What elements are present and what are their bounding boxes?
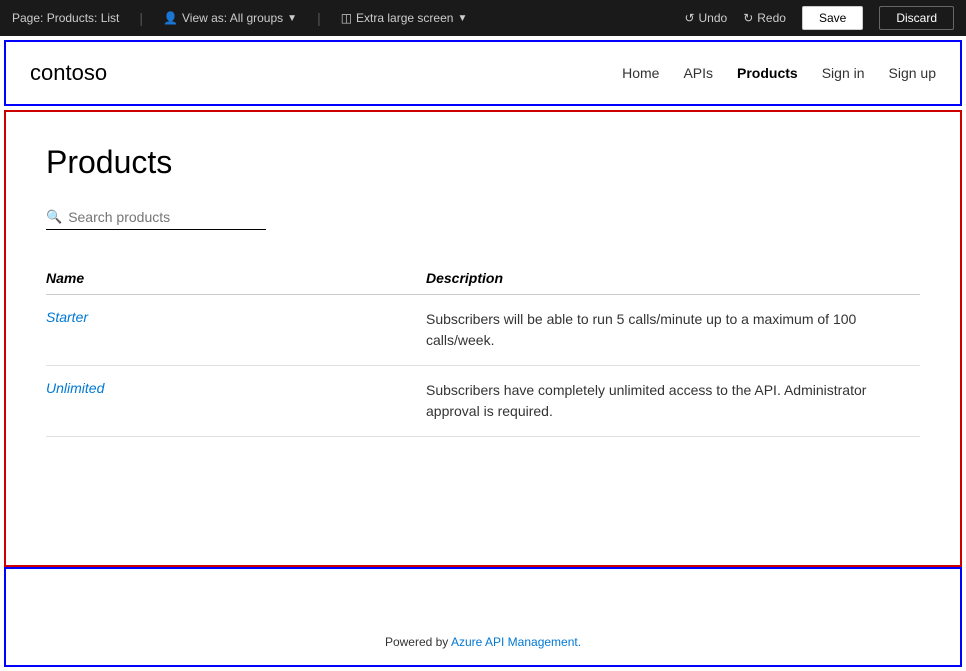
chevron-down-icon-2: ▼ — [457, 13, 467, 24]
footer-static-text: Powered by — [385, 635, 451, 649]
product-description-cell: Subscribers have completely unlimited ac… — [426, 366, 920, 437]
product-link[interactable]: Starter — [46, 309, 88, 325]
table-row: Starter Subscribers will be able to run 5… — [46, 295, 920, 366]
redo-button[interactable]: ↻ Redo — [743, 11, 786, 25]
nav-apis[interactable]: APIs — [683, 65, 713, 81]
search-container[interactable]: 🔍 — [46, 209, 266, 230]
main-section: Products 🔍 Name Description Starter Subsc… — [4, 110, 962, 567]
screen-size-selector[interactable]: ◫ Extra large screen ▼ — [341, 11, 468, 25]
screen-icon: ◫ — [341, 11, 352, 25]
view-as-selector[interactable]: 👤 View as: All groups ▼ — [163, 11, 297, 25]
main-content: Products 🔍 Name Description Starter Subsc… — [6, 112, 960, 477]
toolbar: Page: Products: List | 👤 View as: All gr… — [0, 0, 966, 36]
page-title: Products — [46, 144, 920, 181]
separator-1: | — [139, 10, 143, 26]
discard-button[interactable]: Discard — [879, 6, 954, 30]
product-name-cell: Starter — [46, 295, 426, 366]
redo-label: Redo — [757, 11, 786, 25]
page-label: Page: Products: List — [12, 11, 119, 25]
product-name-cell: Unlimited — [46, 366, 426, 437]
footer-link[interactable]: Azure API Management. — [451, 635, 581, 649]
screen-label: Extra large screen — [356, 11, 453, 25]
view-label: View as: All groups — [182, 11, 283, 25]
products-table: Name Description Starter Subscribers will… — [46, 262, 920, 437]
nav-home[interactable]: Home — [622, 65, 659, 81]
nav-signup[interactable]: Sign up — [889, 65, 936, 81]
page-wrapper: contoso Home APIs Products Sign in Sign … — [0, 36, 966, 671]
footer-text: Powered by Azure API Management. — [385, 635, 581, 649]
table-row: Unlimited Subscribers have completely unl… — [46, 366, 920, 437]
undo-button[interactable]: ↺ Undo — [684, 11, 727, 25]
site-nav: Home APIs Products Sign in Sign up — [622, 65, 936, 81]
col-header-description: Description — [426, 262, 920, 295]
search-icon: 🔍 — [46, 209, 62, 225]
header-section: contoso Home APIs Products Sign in Sign … — [4, 40, 962, 106]
redo-icon: ↻ — [743, 11, 753, 25]
view-icon: 👤 — [163, 11, 178, 25]
site-logo: contoso — [30, 60, 622, 86]
undo-icon: ↺ — [684, 11, 694, 25]
chevron-down-icon: ▼ — [287, 13, 297, 24]
col-header-name: Name — [46, 262, 426, 295]
nav-signin[interactable]: Sign in — [822, 65, 865, 81]
site-header: contoso Home APIs Products Sign in Sign … — [6, 42, 960, 104]
nav-products[interactable]: Products — [737, 65, 798, 81]
undo-label: Undo — [699, 11, 728, 25]
product-description-cell: Subscribers will be able to run 5 calls/… — [426, 295, 920, 366]
table-header-row: Name Description — [46, 262, 920, 295]
search-input[interactable] — [68, 209, 266, 225]
footer-section: Powered by Azure API Management. — [4, 567, 962, 667]
save-button[interactable]: Save — [802, 6, 863, 30]
product-link[interactable]: Unlimited — [46, 380, 104, 396]
separator-2: | — [317, 10, 321, 26]
